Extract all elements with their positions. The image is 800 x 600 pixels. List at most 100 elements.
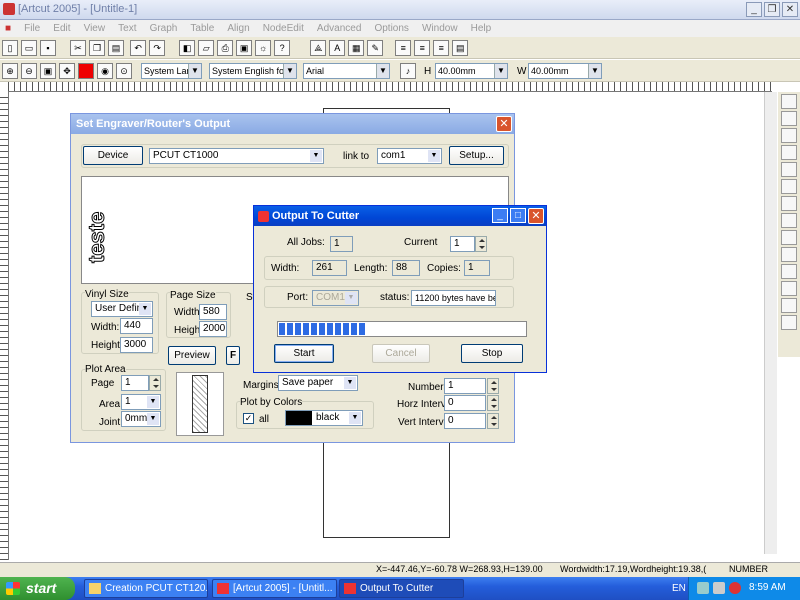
align-left-icon[interactable]: ≡ bbox=[395, 40, 412, 56]
page-spinner[interactable] bbox=[149, 375, 161, 391]
menu-text[interactable]: Text bbox=[113, 20, 141, 37]
numbers-input[interactable]: 1 bbox=[444, 378, 486, 394]
zoom-out-icon[interactable]: ⊖ bbox=[21, 63, 37, 79]
paint-tool-icon[interactable] bbox=[781, 230, 797, 245]
height-input[interactable]: 40.00mm ▼ bbox=[435, 63, 508, 79]
minimize-button[interactable]: _ bbox=[746, 2, 762, 17]
open-icon[interactable]: ▭ bbox=[21, 40, 37, 56]
cutter-maximize-button[interactable]: □ bbox=[510, 208, 526, 223]
plot-icon[interactable]: ◧ bbox=[179, 40, 196, 56]
font-style-icon[interactable]: ♪ bbox=[400, 63, 416, 79]
all-checkbox[interactable]: ✓ bbox=[243, 413, 254, 424]
plot-page-input[interactable]: 1 bbox=[121, 375, 149, 391]
trace-icon[interactable]: ⟁ bbox=[310, 40, 327, 56]
node-tool-icon[interactable] bbox=[781, 128, 797, 143]
joint-select[interactable]: 0mm ▼ bbox=[121, 411, 161, 427]
text-tool-icon[interactable] bbox=[781, 111, 797, 126]
vertical-scrollbar[interactable] bbox=[764, 92, 777, 554]
close-icon[interactable]: ✕ bbox=[496, 116, 512, 132]
abc-tool-icon[interactable] bbox=[781, 315, 797, 330]
zoom-select-icon[interactable]: ▣ bbox=[40, 63, 56, 79]
align-tool-icon[interactable] bbox=[781, 247, 797, 262]
color-tool-icon[interactable] bbox=[781, 162, 797, 177]
menu-nodeedit[interactable]: NodeEdit bbox=[258, 20, 309, 37]
align-center-icon[interactable]: ≡ bbox=[414, 40, 431, 56]
menu-graph[interactable]: Graph bbox=[145, 20, 183, 37]
vinyl-height-input[interactable]: 3000 bbox=[120, 337, 153, 353]
align-justify-icon[interactable]: ▤ bbox=[452, 40, 469, 56]
vinyl-width-input[interactable]: 440 bbox=[120, 318, 153, 334]
vinyl-type-select[interactable]: User Define ▼ bbox=[91, 301, 153, 317]
taskbar-item-output[interactable]: Output To Cutter bbox=[339, 579, 464, 598]
align-right-icon[interactable]: ≡ bbox=[433, 40, 450, 56]
pan-icon[interactable]: ✥ bbox=[59, 63, 75, 79]
new-icon[interactable]: ▯ bbox=[2, 40, 18, 56]
palette-tool-icon[interactable] bbox=[781, 213, 797, 228]
distribute-tool-icon[interactable] bbox=[781, 281, 797, 296]
menu-advanced[interactable]: Advanced bbox=[312, 20, 366, 37]
margins-select[interactable]: Save paper ▼ bbox=[278, 375, 358, 391]
zoom-in-icon[interactable]: ⊕ bbox=[2, 63, 18, 79]
taskbar-item-creation[interactable]: Creation PCUT CT120... bbox=[84, 579, 208, 598]
current-input[interactable]: 1 bbox=[450, 236, 475, 252]
vert-interval-input[interactable]: 0 bbox=[444, 413, 486, 429]
speaker-icon[interactable] bbox=[713, 582, 725, 594]
page-height-input[interactable]: 2000 bbox=[199, 321, 227, 337]
menu-file[interactable]: File bbox=[19, 20, 45, 37]
setup-button[interactable]: Setup... bbox=[449, 146, 504, 165]
device-button[interactable]: Device bbox=[83, 146, 143, 165]
select-tool-icon[interactable] bbox=[781, 94, 797, 109]
horz-spinner[interactable] bbox=[487, 395, 499, 411]
text-box-icon[interactable]: A bbox=[329, 40, 346, 56]
start-button[interactable]: Start bbox=[274, 344, 334, 363]
numbers-spinner[interactable] bbox=[487, 378, 499, 394]
copy-icon[interactable]: ❐ bbox=[89, 40, 106, 56]
restore-button[interactable]: ❐ bbox=[764, 2, 780, 17]
language-select[interactable]: System Lan ▼ bbox=[141, 63, 202, 79]
menu-window[interactable]: Window bbox=[417, 20, 463, 37]
menu-view[interactable]: View bbox=[79, 20, 111, 37]
table-tool-icon[interactable] bbox=[781, 196, 797, 211]
undo-icon[interactable]: ↶ bbox=[130, 40, 147, 56]
taskbar-item-artcut[interactable]: [Artcut 2005] - [Untitl... bbox=[212, 579, 337, 598]
cutter-minimize-button[interactable]: _ bbox=[492, 208, 508, 223]
cut-icon[interactable]: ✂ bbox=[70, 40, 87, 56]
layout-tool-icon[interactable] bbox=[781, 264, 797, 279]
current-spinner[interactable] bbox=[475, 236, 487, 252]
menu-help[interactable]: Help bbox=[466, 20, 497, 37]
output-icon[interactable]: ▱ bbox=[198, 40, 215, 56]
shape-tool-icon[interactable] bbox=[781, 179, 797, 194]
color-select[interactable]: black ▼ bbox=[285, 410, 363, 426]
start-button[interactable]: start bbox=[0, 577, 75, 600]
preview-button[interactable]: Preview bbox=[168, 346, 216, 365]
device-select[interactable]: PCUT CT1000 ▼ bbox=[149, 148, 324, 164]
text-language-select[interactable]: System English for ▼ bbox=[209, 63, 297, 79]
preview-icon[interactable]: ▣ bbox=[236, 40, 253, 56]
print-icon[interactable]: ⎙ bbox=[217, 40, 234, 56]
paste-icon[interactable]: ▤ bbox=[108, 40, 125, 56]
frame-icon[interactable]: ▦ bbox=[348, 40, 365, 56]
color-icon[interactable] bbox=[78, 63, 94, 79]
menu-edit[interactable]: Edit bbox=[48, 20, 75, 37]
security-icon[interactable] bbox=[729, 582, 741, 594]
edit-icon[interactable]: ✎ bbox=[367, 40, 384, 56]
zoom-fit-icon[interactable]: ◉ bbox=[97, 63, 113, 79]
f-button[interactable]: F bbox=[226, 346, 240, 365]
menu-table[interactable]: Table bbox=[185, 20, 219, 37]
menu-align[interactable]: Align bbox=[222, 20, 254, 37]
arrange-tool-icon[interactable] bbox=[781, 298, 797, 313]
vert-spinner[interactable] bbox=[487, 413, 499, 429]
network-icon[interactable] bbox=[697, 582, 709, 594]
stop-button[interactable]: Stop bbox=[461, 344, 523, 363]
redo-icon[interactable]: ↷ bbox=[149, 40, 166, 56]
close-button[interactable]: ✕ bbox=[782, 2, 798, 17]
lamp-icon[interactable]: ☼ bbox=[255, 40, 272, 56]
save-icon[interactable]: ▪ bbox=[40, 40, 56, 56]
close-icon[interactable]: ✕ bbox=[528, 208, 544, 224]
plot-area-select[interactable]: 1 ▼ bbox=[121, 394, 161, 410]
link-port-select[interactable]: com1 ▼ bbox=[377, 148, 442, 164]
horz-interval-input[interactable]: 0 bbox=[444, 395, 486, 411]
language-indicator[interactable]: EN bbox=[672, 583, 686, 594]
fill-tool-icon[interactable] bbox=[781, 145, 797, 160]
help-icon[interactable]: ? bbox=[274, 40, 291, 56]
